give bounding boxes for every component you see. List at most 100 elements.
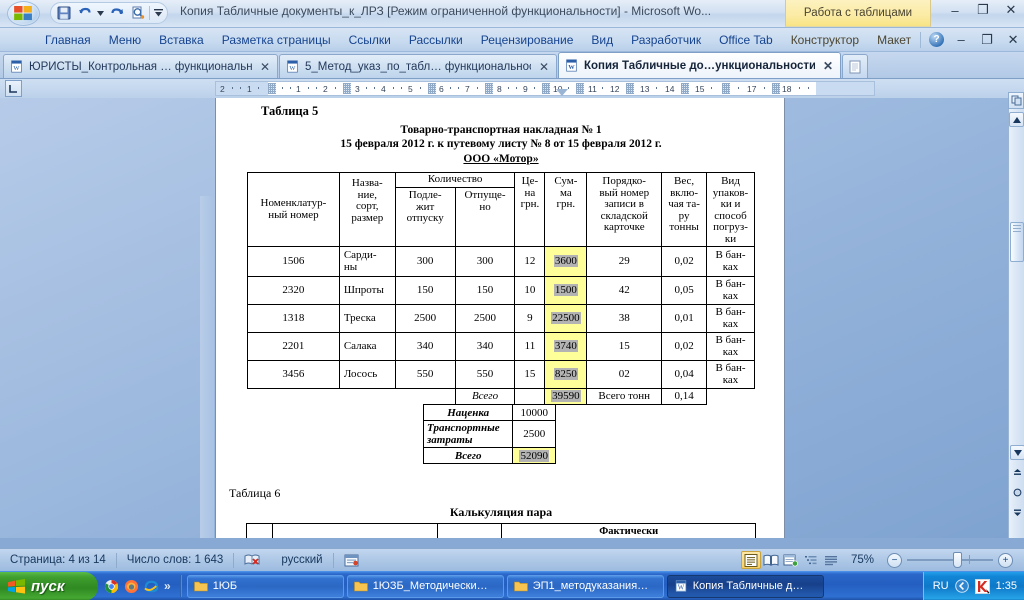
taskbar-item-ep1-metodukazaniya[interactable]: ЭП1_методуказания… [506, 574, 664, 598]
restore-button[interactable]: ❐ [974, 2, 992, 18]
zoom-level-label[interactable]: 75% [841, 554, 882, 566]
table-row[interactable]: 1318 Треска 2500 2500 9 22500 38 0,01 В … [247, 304, 755, 333]
tab-glavnaya[interactable]: Главная [36, 29, 100, 51]
table-row[interactable]: 1506 Сарди- ны 300 300 12 3600 29 0,02 В… [247, 246, 755, 277]
close-icon[interactable]: ✕ [260, 60, 270, 74]
cell-released: 340 [454, 332, 516, 361]
summary-row[interactable]: Транспортные затраты 2500 [422, 420, 556, 448]
help-icon[interactable]: ? [929, 32, 945, 47]
previous-page-button[interactable] [1010, 465, 1024, 479]
indent-marker-icon[interactable] [556, 89, 568, 96]
tab-vstavka[interactable]: Вставка [150, 29, 213, 51]
web-layout-view-button[interactable] [781, 551, 801, 569]
status-macro-record[interactable] [334, 549, 369, 572]
scrollbar-thumb[interactable] [1010, 222, 1024, 262]
zoom-in-button[interactable]: + [998, 552, 1013, 568]
tab-stop-selector[interactable] [5, 80, 22, 97]
tray-clock[interactable]: 1:35 [996, 580, 1017, 592]
show-hidden-icons-icon[interactable] [954, 579, 969, 593]
web-layout-icon [783, 554, 799, 566]
vertical-ruler[interactable] [200, 196, 214, 538]
scroll-up-button[interactable] [1009, 112, 1024, 127]
doc-tab-label: Копия Табличные до…ункциональности] * [584, 59, 815, 72]
select-browse-object-button[interactable] [1008, 92, 1024, 109]
close-icon[interactable]: ✕ [823, 59, 833, 73]
redo-icon[interactable] [107, 4, 126, 22]
zoom-out-button[interactable]: − [887, 552, 902, 568]
next-page-button[interactable] [1010, 505, 1024, 519]
cell-to-release: 340 [394, 332, 456, 361]
table6-main[interactable]: Фактически [246, 523, 756, 538]
table-row[interactable]: 3456 Лосось 550 550 15 8250 02 0,04 В ба… [247, 360, 755, 389]
start-button[interactable]: пуск [0, 571, 98, 600]
document-work-area: Таблица 5 Товарно-транспортная накладная… [0, 98, 1009, 538]
status-word-count[interactable]: Число слов: 1 643 [117, 549, 234, 572]
zoom-slider-thumb[interactable] [953, 552, 962, 568]
summary-row[interactable]: Всего 52090 [422, 447, 556, 464]
doc-tab-yuristy[interactable]: W ЮРИСТЫ_Контрольная … функциональности]… [3, 54, 278, 78]
firefox-icon[interactable] [124, 579, 139, 594]
outline-view-button[interactable] [801, 551, 821, 569]
ribbon-minimize-button[interactable]: – [952, 32, 970, 48]
new-document-tab-button[interactable] [842, 54, 868, 78]
taskbar-item-1yuzb-metodicheski[interactable]: 1ЮЗБ_Методически… [346, 574, 504, 598]
table5-caption: Таблица 5 [261, 104, 319, 118]
horizontal-ruler[interactable]: 2 1 1 2 3 4 5 6 7 8 9 10 11 12 13 14 15 … [215, 81, 875, 96]
print-preview-icon[interactable] [128, 4, 147, 22]
tab-menyu[interactable]: Меню [100, 29, 150, 51]
th-price: Це- на грн. [514, 172, 546, 247]
tray-language-indicator[interactable]: RU [933, 580, 949, 592]
table5-summary[interactable]: Наценка 10000 Транспортные затраты 2500 … [422, 404, 556, 464]
tab-razrabotchik[interactable]: Разработчик [622, 29, 710, 51]
t6-cell-empty2 [271, 523, 438, 538]
doc-tab-kopiya-tablichnye[interactable]: W Копия Табличные до…ункциональности] * … [558, 52, 841, 78]
tab-rassylki[interactable]: Рассылки [400, 29, 472, 51]
doc-tab-5metod[interactable]: W 5_Метод_указ_по_табл… функциональности… [279, 54, 557, 78]
scroll-down-button[interactable] [1010, 445, 1024, 460]
status-proofing[interactable] [234, 549, 271, 572]
tab-konstruktor[interactable]: Конструктор [782, 29, 868, 51]
tab-recenzirovanie[interactable]: Рецензирование [472, 29, 583, 51]
ribbon-close-button[interactable]: ✕ [1004, 32, 1022, 48]
status-language[interactable]: русский [271, 549, 332, 572]
word-document-icon: W [287, 60, 298, 73]
taskbar-item-1yub[interactable]: 1ЮБ [186, 574, 344, 598]
reading-view-icon [763, 554, 779, 566]
tab-razmetka-stranicy[interactable]: Разметка страницы [213, 29, 340, 51]
tab-maket[interactable]: Макет [868, 29, 920, 51]
tab-office-tab[interactable]: Office Tab [710, 29, 782, 51]
undo-dropdown-chevron-down-icon[interactable] [96, 4, 105, 22]
zoom-slider[interactable] [907, 552, 993, 568]
tab-ssylki[interactable]: Ссылки [340, 29, 400, 51]
close-button[interactable]: ✕ [1002, 2, 1020, 18]
print-layout-view-button[interactable] [740, 551, 761, 569]
kaspersky-icon[interactable] [974, 578, 990, 594]
close-icon[interactable]: ✕ [539, 60, 549, 74]
table-totals-row[interactable]: Всего 39590 Всего тонн 0,14 [248, 388, 755, 405]
office-button[interactable] [3, 0, 43, 27]
ribbon-restore-button[interactable]: ❐ [978, 32, 996, 48]
summary-row[interactable]: Наценка 10000 [422, 404, 556, 421]
undo-icon[interactable] [75, 4, 94, 22]
document-page[interactable]: Таблица 5 Товарно-транспортная накладная… [215, 98, 785, 538]
scrollbar-track[interactable] [1010, 136, 1024, 466]
minimize-button[interactable]: – [946, 2, 964, 18]
table-row[interactable]: 2320 Шпроты 150 150 10 1500 42 0,05 В ба… [247, 276, 755, 305]
vertical-scrollbar[interactable] [1008, 92, 1024, 538]
draft-view-button[interactable] [821, 551, 841, 569]
tab-vid[interactable]: Вид [582, 29, 622, 51]
select-browse-object-small-button[interactable] [1010, 485, 1024, 499]
chevron-right-icon[interactable]: » [164, 579, 171, 593]
cell-weight: 0,01 [661, 304, 708, 333]
save-icon[interactable] [54, 4, 73, 22]
customize-qat-chevron-down-icon[interactable] [152, 4, 164, 22]
taskbar-item-kopiya-tablichnye[interactable]: W Копия Табличные д… [666, 574, 824, 598]
internet-explorer-icon[interactable] [144, 579, 159, 594]
table5-main[interactable]: Номенклатур- ный номер Назва- ние, сорт,… [247, 172, 755, 405]
status-page-indicator[interactable]: Страница: 4 из 14 [0, 549, 116, 572]
chrome-icon[interactable] [104, 579, 119, 594]
table-row[interactable]: 2201 Салака 340 340 11 3740 15 0,02 В ба… [247, 332, 755, 361]
full-screen-reading-view-button[interactable] [761, 551, 781, 569]
zoom-slider-track[interactable] [907, 552, 993, 568]
quick-access-toolbar [50, 2, 168, 24]
